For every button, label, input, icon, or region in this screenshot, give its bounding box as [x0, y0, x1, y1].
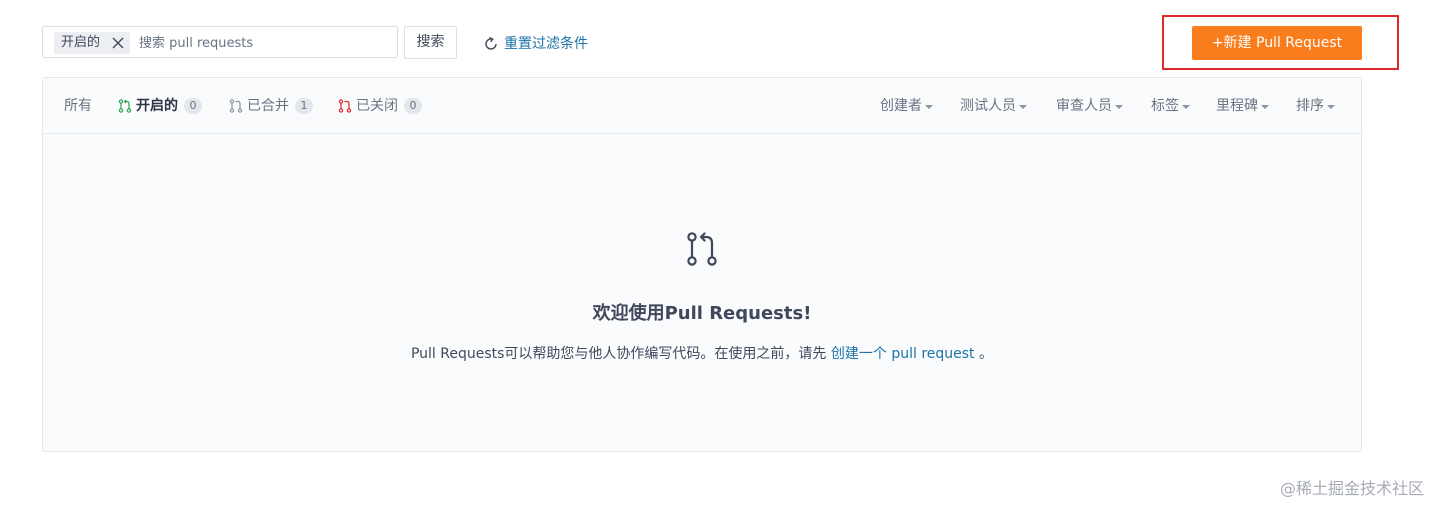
watermark: @稀土掘金技术社区	[1279, 479, 1424, 498]
caret-down-icon	[1261, 104, 1269, 109]
pull-request-open-icon	[118, 99, 132, 113]
tab-open[interactable]: 开启的 0	[118, 96, 202, 116]
empty-state-title: 欢迎使用Pull Requests!	[592, 303, 812, 324]
active-filter-label: 开启的	[61, 35, 101, 50]
empty-state-description: Pull Requests可以帮助您与他人协作编写代码。在使用之前，请先 创建一…	[43, 344, 1361, 364]
pull-request-icon	[687, 232, 717, 266]
caret-down-icon	[1182, 104, 1190, 109]
pull-request-merged-icon	[229, 99, 243, 113]
create-pull-request-link[interactable]: 创建一个 pull request	[831, 346, 975, 362]
empty-desc-suffix: 。	[979, 346, 994, 362]
filter-milestone[interactable]: 里程碑	[1216, 96, 1269, 116]
filter-label: 创建者	[880, 98, 922, 114]
active-filter-tag: 开启的	[54, 32, 130, 54]
caret-down-icon	[1019, 104, 1027, 109]
reset-filters-link[interactable]: 重置过滤条件	[483, 34, 588, 54]
pull-request-panel: 所有 开启的 0 已合并 1 已关闭 0 创建者 测试人员 审查人员 标签 里程…	[42, 77, 1362, 452]
filter-label: 里程碑	[1216, 98, 1258, 114]
tab-label: 已合并	[247, 98, 289, 114]
tab-merged[interactable]: 已合并 1	[229, 96, 313, 116]
tab-all[interactable]: 所有	[64, 96, 92, 116]
filter-label: 标签	[1151, 98, 1179, 114]
filter-label: 审查人员	[1056, 98, 1112, 114]
empty-desc-prefix: Pull Requests可以帮助您与他人协作编写代码。在使用之前，请先	[410, 346, 827, 362]
search-button[interactable]: 搜索	[404, 26, 457, 59]
close-icon[interactable]	[111, 36, 125, 50]
caret-down-icon	[1115, 104, 1123, 109]
search-box[interactable]: 开启的	[42, 26, 398, 58]
tab-label: 所有	[64, 98, 92, 114]
filter-tester[interactable]: 测试人员	[960, 96, 1027, 116]
tab-count: 0	[184, 98, 202, 114]
refresh-icon	[485, 36, 497, 50]
filter-sort[interactable]: 排序	[1296, 96, 1335, 116]
filter-label: 排序	[1296, 98, 1324, 114]
tab-closed[interactable]: 已关闭 0	[338, 96, 422, 116]
new-pull-request-button[interactable]: +新建 Pull Request	[1192, 26, 1362, 60]
caret-down-icon	[925, 104, 933, 109]
panel-header: 所有 开启的 0 已合并 1 已关闭 0 创建者 测试人员 审查人员 标签 里程…	[43, 78, 1361, 134]
filter-label-tag[interactable]: 标签	[1151, 96, 1190, 116]
pull-request-closed-icon	[338, 99, 352, 113]
tab-count: 1	[295, 98, 313, 114]
tab-label: 开启的	[136, 98, 178, 114]
caret-down-icon	[1327, 104, 1335, 109]
filter-author[interactable]: 创建者	[880, 96, 933, 116]
filter-label: 测试人员	[960, 98, 1016, 114]
tab-count: 0	[404, 98, 422, 114]
tab-label: 已关闭	[356, 98, 398, 114]
reset-filters-label: 重置过滤条件	[504, 36, 588, 52]
search-input[interactable]	[139, 32, 389, 54]
filter-reviewer[interactable]: 审查人员	[1056, 96, 1123, 116]
